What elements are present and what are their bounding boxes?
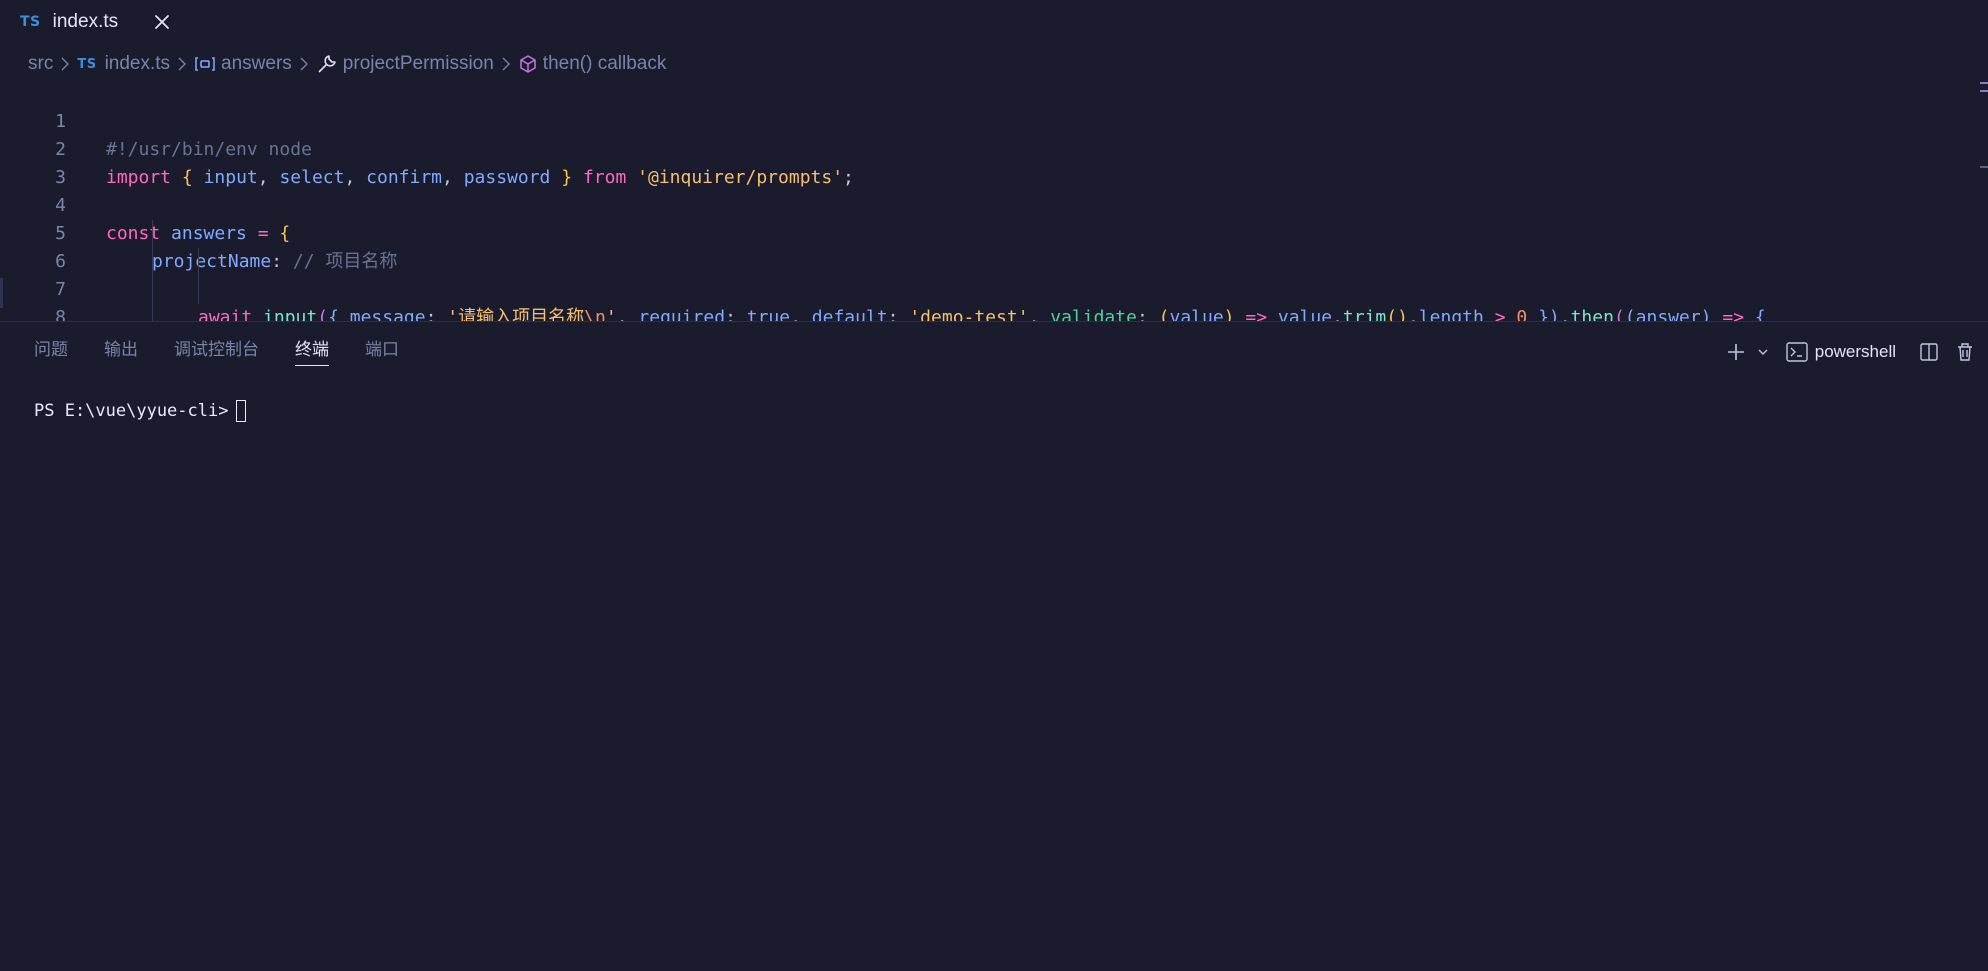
breadcrumb-label: then() callback: [542, 53, 667, 74]
tab-terminal[interactable]: 终端: [295, 336, 329, 372]
shell-name: powershell: [1814, 342, 1896, 361]
code-line: 4 const answers = {: [0, 164, 1988, 244]
breadcrumb: src TS index.ts answers projectPermissio…: [28, 50, 666, 78]
tab-problems[interactable]: 问题: [34, 336, 68, 372]
minimap-marker: [1980, 166, 1988, 168]
terminal-prompt: PS E:\vue\yyue-cli>: [34, 401, 229, 421]
breadcrumb-src[interactable]: src: [28, 53, 53, 75]
code-line: 7 console.log();: [0, 248, 1988, 300]
typescript-file-icon: TS: [77, 56, 97, 72]
wrench-icon: [316, 53, 338, 75]
variable-icon: [194, 56, 216, 72]
terminal-output[interactable]: PS E:\vue\yyue-cli>: [34, 400, 247, 422]
bottom-panel: 问题 输出 调试控制台 终端 端口 powershell PS E:\vue\y…: [0, 322, 1988, 971]
tab-index-ts[interactable]: TS index.ts: [0, 0, 118, 44]
terminal-dropdown-button[interactable]: [1757, 346, 1769, 358]
code-line: 6 await input({ message: '请输入项目名称\n', re…: [0, 220, 1988, 321]
chevron-down-icon: [1758, 349, 1768, 355]
close-icon[interactable]: [150, 10, 174, 34]
tab-debug-console[interactable]: 调试控制台: [174, 336, 259, 372]
editor-tab-bar: TS index.ts: [0, 0, 1988, 44]
panel-tabs: 问题 输出 调试控制台 终端 端口: [34, 336, 435, 376]
breadcrumb-project-permission[interactable]: projectPermission: [316, 53, 494, 75]
code-line: 9 }): [0, 304, 1988, 321]
breadcrumb-label: src: [28, 53, 54, 74]
code-line: 5 projectName: // 项目名称: [0, 192, 1988, 272]
panel-actions: powershell: [1725, 338, 1976, 366]
breadcrumb-answers[interactable]: answers: [194, 53, 292, 75]
chevron-right-icon: [298, 57, 310, 71]
code-line: 1 #!/usr/bin/env node: [0, 80, 1988, 160]
typescript-file-icon: TS: [20, 14, 41, 30]
terminal-cursor: [236, 400, 247, 422]
terminal-powershell-icon: [1786, 342, 1808, 362]
plus-icon: [1727, 344, 1744, 360]
tab-title: index.ts: [52, 11, 119, 32]
editor-scroll-indicator: [0, 278, 3, 308]
code-editor[interactable]: 1 #!/usr/bin/env node 2 import { input, …: [0, 80, 1988, 321]
breadcrumb-label: projectPermission: [342, 53, 494, 74]
method-cube-icon: [518, 54, 538, 74]
chevron-right-icon: [176, 57, 188, 71]
code-line: 8 return answer;: [0, 276, 1988, 321]
terminal-shell-selector[interactable]: powershell: [1785, 340, 1896, 364]
chevron-right-icon: [500, 57, 512, 71]
breadcrumb-label: answers: [221, 53, 292, 74]
split-icon: [1920, 343, 1938, 361]
minimap-marker: [1980, 82, 1988, 84]
trash-icon: [1958, 343, 1972, 361]
code-line: 2 import { input, select, confirm, passw…: [0, 108, 1988, 188]
kill-terminal-button[interactable]: [1954, 341, 1976, 363]
breadcrumb-file[interactable]: TS index.ts: [77, 53, 170, 75]
tab-output[interactable]: 输出: [104, 336, 138, 372]
chevron-right-icon: [59, 57, 71, 71]
breadcrumb-then-callback[interactable]: then() callback: [518, 53, 667, 75]
new-terminal-button[interactable]: [1725, 341, 1747, 363]
tab-ports[interactable]: 端口: [365, 336, 399, 372]
minimap-marker: [1980, 90, 1988, 92]
breadcrumb-label: index.ts: [104, 53, 171, 74]
code-line: 3: [0, 136, 1988, 188]
split-terminal-button[interactable]: [1918, 341, 1940, 363]
